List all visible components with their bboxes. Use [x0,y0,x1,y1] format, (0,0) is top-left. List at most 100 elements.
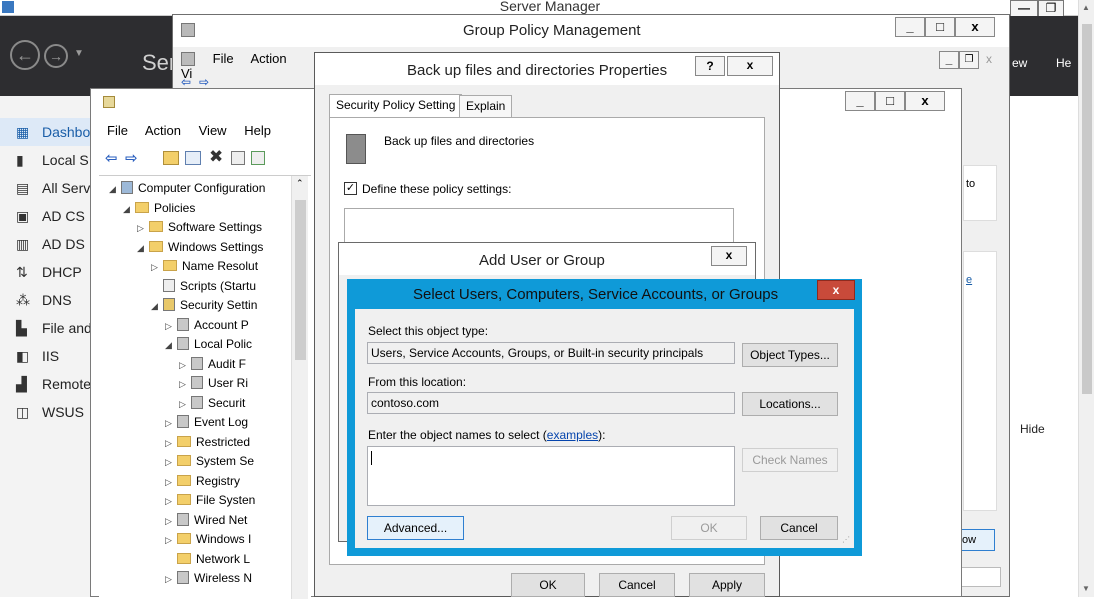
sel-cancel-button[interactable]: Cancel [760,516,838,540]
tree-node[interactable]: ▷ File Systen [165,490,255,510]
tab-security-policy-setting[interactable]: Security Policy Setting [329,94,463,118]
tree-node[interactable]: ▷ Registry [165,471,240,491]
tab-explain[interactable]: Explain [459,95,513,117]
gpm-partial-button[interactable]: ow [961,529,995,551]
sidebar-item-file-services[interactable]: ▙ File and [0,314,92,342]
forward-arrow-icon[interactable]: → [44,44,68,68]
tree-scrollbar-thumb[interactable] [295,200,306,360]
tree-node[interactable]: Scripts (Startu [151,276,256,296]
tree-node[interactable]: ▷ Securit [179,393,245,413]
tree-node[interactable]: ▷ Audit F [179,354,246,374]
examples-link[interactable]: examples [547,428,598,442]
scrollbar-thumb[interactable] [1082,24,1092,394]
collapsed-arrow-icon[interactable]: ▷ [165,569,177,589]
sidebar-item-local-server[interactable]: ▮ Local S [0,146,92,174]
sel-close-button[interactable]: x [817,280,855,300]
sidebar-item-iis[interactable]: ◧ IIS [0,342,92,370]
gpm-child-close-icon[interactable]: x [979,51,999,69]
define-policy-checkbox[interactable]: ✓ [344,182,357,195]
hide-link[interactable]: Hide [1020,422,1045,436]
object-types-button[interactable]: Object Types... [742,343,838,367]
collapsed-arrow-icon[interactable]: ▷ [165,472,177,492]
gpme-minimize-icon[interactable]: _ [845,91,875,111]
expanded-arrow-icon[interactable]: ◢ [109,179,121,199]
collapsed-arrow-icon[interactable]: ▷ [179,394,191,414]
resize-grip-icon[interactable]: ⋰ [842,535,850,544]
collapsed-arrow-icon[interactable]: ▷ [165,530,177,550]
collapsed-arrow-icon[interactable]: ▷ [165,452,177,472]
sidebar-item-wsus[interactable]: ◫ WSUS [0,398,92,426]
gpm-menu-file[interactable]: File [213,51,234,66]
gpme-maximize-icon[interactable]: □ [875,91,905,111]
view-menu[interactable]: ew [1012,56,1027,70]
gpm-forward-icon[interactable]: ⇨ [199,75,209,89]
advanced-button[interactable]: Advanced... [367,516,464,540]
props-close-button[interactable]: x [727,56,773,76]
sidebar-item-all-servers[interactable]: ▤ All Serv [0,174,92,202]
forward-icon[interactable]: ⇨ [125,149,138,167]
collapsed-arrow-icon[interactable]: ▷ [179,374,191,394]
tree-scrollbar[interactable]: ⌃ [291,176,308,599]
export-icon[interactable] [251,151,265,165]
collapsed-arrow-icon[interactable]: ▷ [165,491,177,511]
gpm-close-icon[interactable]: x [955,17,995,37]
tree-node[interactable]: Network L [165,549,250,569]
tree-node[interactable]: ▷ Windows I [165,529,251,549]
props-cancel-button[interactable]: Cancel [599,573,675,597]
collapsed-arrow-icon[interactable]: ▷ [137,218,149,238]
tree-node[interactable]: ◢ Computer Configuration [109,178,265,198]
sidebar-item-ad-cs[interactable]: ▣ AD CS [0,202,92,230]
object-names-input[interactable] [367,446,735,506]
tree-node[interactable]: ◢ Windows Settings [137,237,263,257]
delete-icon[interactable]: ✖ [209,147,223,167]
tree-node[interactable]: ◢ Security Settin [151,295,257,315]
tree-node[interactable]: ◢ Local Polic [165,334,252,354]
back-arrow-icon[interactable]: ← [10,40,40,70]
tree-node[interactable]: ▷ Wired Net [165,510,247,530]
expanded-arrow-icon[interactable]: ◢ [137,238,149,258]
collapsed-arrow-icon[interactable]: ▷ [179,355,191,375]
tree-node[interactable]: ▷ Account P [165,315,249,335]
tree-node[interactable]: ▷ Restricted [165,432,250,452]
tree-node[interactable]: ▷ Name Resolut [151,256,258,276]
collapsed-arrow-icon[interactable]: ▷ [165,316,177,336]
scroll-up-icon[interactable]: ▲ [1082,3,1090,12]
sidebar-item-ad-ds[interactable]: ▥ AD DS [0,230,92,258]
gpm-child-minimize-icon[interactable]: _ [939,51,959,69]
locations-button[interactable]: Locations... [742,392,838,416]
sidebar-item-dns[interactable]: ⁂ DNS [0,286,92,314]
gpme-menu-view[interactable]: View [199,123,227,138]
help-menu[interactable]: He [1056,56,1071,70]
tree-scroll-up-icon[interactable]: ⌃ [296,178,304,189]
gpme-menu-help[interactable]: Help [244,123,271,138]
show-hide-tree-icon[interactable] [185,151,201,165]
sidebar-item-remote[interactable]: ▟ Remote [0,370,92,398]
gpme-close-icon[interactable]: x [905,91,945,111]
scroll-down-icon[interactable]: ▼ [1082,584,1090,593]
aug-close-button[interactable]: x [711,246,747,266]
tree-node[interactable]: ▷ Event Log [165,412,248,432]
expanded-arrow-icon[interactable]: ◢ [123,199,135,219]
gpm-child-restore-icon[interactable]: ❐ [959,51,979,69]
properties-icon[interactable] [231,151,245,165]
collapsed-arrow-icon[interactable]: ▷ [165,413,177,433]
tree-node[interactable]: ◢ Policies [123,198,195,218]
gpme-menu-action[interactable]: Action [145,123,181,138]
expanded-arrow-icon[interactable]: ◢ [165,335,177,355]
gpm-back-icon[interactable]: ⇦ [181,75,191,89]
collapsed-arrow-icon[interactable]: ▷ [151,257,163,277]
expanded-arrow-icon[interactable]: ◢ [151,296,163,316]
gpm-maximize-icon[interactable]: □ [925,17,955,37]
tree-node[interactable]: ▷ Software Settings [137,217,262,237]
gpme-menu-file[interactable]: File [107,123,128,138]
props-apply-button[interactable]: Apply [689,573,765,597]
sidebar-item-dashboard[interactable]: ▦ Dashbo [0,118,92,146]
collapsed-arrow-icon[interactable]: ▷ [165,511,177,531]
check-names-button[interactable]: Check Names [742,448,838,472]
nav-dropdown-icon[interactable]: ▼ [74,48,84,59]
gpm-right-link[interactable]: e [966,274,972,286]
props-help-button[interactable]: ? [695,56,725,76]
up-folder-icon[interactable] [163,151,179,165]
tree-node[interactable]: ▷ User Ri [179,373,248,393]
server-manager-scrollbar[interactable]: ▲ ▼ [1078,0,1094,597]
